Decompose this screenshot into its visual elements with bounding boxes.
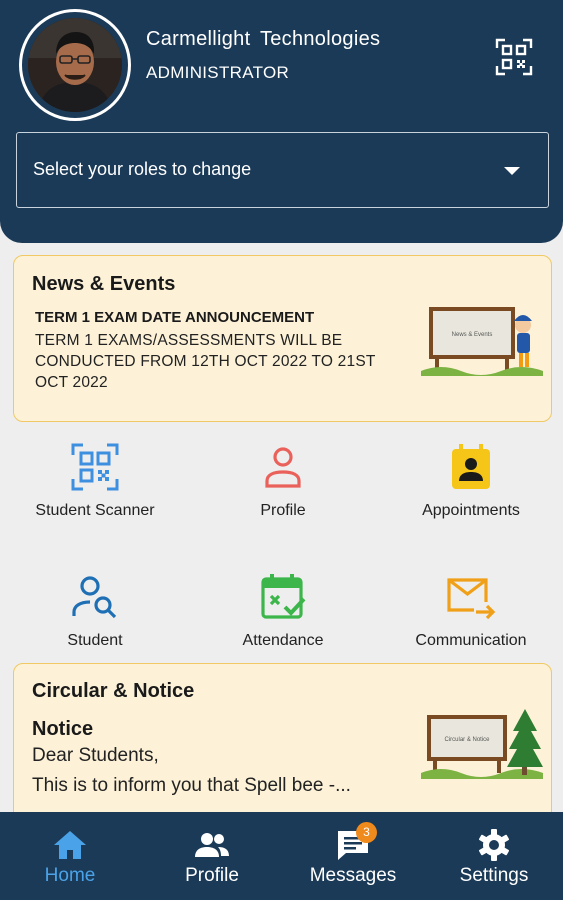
news-illustration-caption: News & Events <box>452 332 493 338</box>
nav-profile-label: Profile <box>185 865 239 886</box>
tile-label-appointments: Appointments <box>422 502 520 519</box>
avatar-ring <box>19 9 131 121</box>
person-search-icon <box>70 572 120 622</box>
nav-profile[interactable]: Profile <box>142 812 282 900</box>
mail-forward-icon <box>446 572 496 622</box>
gear-icon <box>476 828 512 862</box>
circular-illustration: Circular & Notice <box>421 709 543 779</box>
tile-label-profile: Profile <box>260 502 306 519</box>
news-headline: TERM 1 EXAM DATE ANNOUNCEMENT <box>35 309 315 326</box>
role-select-dropdown[interactable]: Select your roles to change <box>16 132 549 208</box>
calendar-check-icon <box>258 572 308 622</box>
nav-messages-label: Messages <box>309 865 397 886</box>
home-icon <box>52 828 88 862</box>
news-events-card[interactable]: News & Events TERM 1 EXAM DATE ANNOUNCEM… <box>13 255 552 422</box>
role-select-placeholder: Select your roles to change <box>33 159 252 179</box>
circular-notice-card[interactable]: Circular & Notice Notice Dear Students, … <box>13 663 552 823</box>
qr-scan-icon <box>70 442 120 492</box>
qr-code-icon[interactable] <box>495 38 533 76</box>
profile-header: Carmellight Technologies ADMINISTRATOR S… <box>0 0 563 243</box>
nav-home[interactable]: Home <box>0 812 140 900</box>
nav-settings[interactable]: Settings <box>424 812 563 900</box>
tile-label-communication: Communication <box>415 632 527 649</box>
tile-label-student: Student <box>67 632 123 649</box>
notice-line-1: Dear Students, <box>32 745 159 766</box>
person-icon <box>258 442 308 492</box>
bottom-navigation: Home Profile Messages 3 Settings <box>0 812 563 900</box>
news-events-title: News & Events <box>32 273 176 295</box>
circular-notice-title: Circular & Notice <box>32 680 195 702</box>
notice-heading: Notice <box>32 718 94 740</box>
people-icon <box>194 828 230 862</box>
tile-label-attendance: Attendance <box>242 632 324 649</box>
tile-label-student-scanner: Student Scanner <box>35 502 155 519</box>
nav-messages[interactable]: Messages <box>283 812 423 900</box>
avatar[interactable] <box>28 18 122 112</box>
profile-tile[interactable]: Profile <box>203 432 363 552</box>
notice-line-2: This is to inform you that Spell bee -..… <box>32 775 351 796</box>
news-illustration: News & Events <box>421 301 543 376</box>
nav-home-label: Home <box>44 865 96 886</box>
circular-illustration-caption: Circular & Notice <box>444 737 490 743</box>
chevron-down-icon <box>504 167 520 175</box>
contact-book-icon <box>446 442 496 492</box>
messages-badge: 3 <box>356 822 377 843</box>
appointments-tile[interactable]: Appointments <box>391 432 551 552</box>
org-name: Carmellight Technologies <box>146 28 381 50</box>
nav-settings-label: Settings <box>459 865 529 886</box>
news-body: TERM 1 EXAMS/ASSESSMENTS WILL BE CONDUCT… <box>35 332 376 391</box>
user-role: ADMINISTRATOR <box>146 63 290 82</box>
student-scanner-tile[interactable]: Student Scanner <box>15 432 175 552</box>
